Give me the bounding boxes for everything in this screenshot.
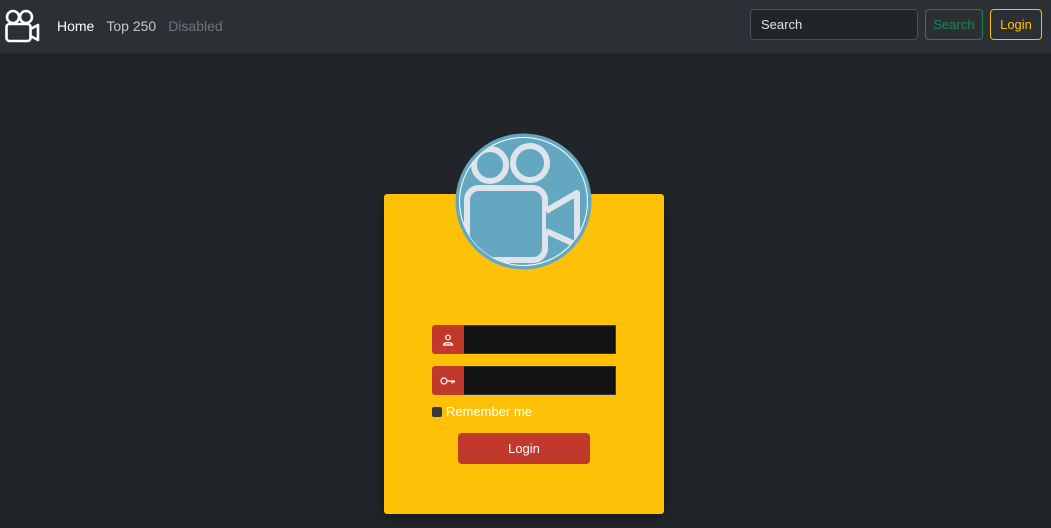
username-input[interactable] [464, 325, 616, 354]
remember-me-checkbox[interactable] [432, 407, 442, 417]
video-camera-icon[interactable] [4, 8, 40, 44]
remember-me[interactable]: Remember me [432, 404, 532, 420]
nav-link-disabled: Disabled [168, 18, 223, 34]
login-submit-button[interactable]: Login [458, 433, 590, 464]
user-icon [432, 325, 464, 354]
navbar-login-button[interactable]: Login [990, 9, 1042, 40]
login-avatar [455, 133, 592, 270]
username-group [432, 325, 616, 354]
remember-me-label: Remember me [446, 404, 532, 419]
nav-link-home[interactable]: Home [57, 17, 94, 35]
nav-link-top-250[interactable]: Top 250 [106, 17, 156, 35]
password-input[interactable] [464, 366, 616, 395]
search-input[interactable] [750, 9, 918, 40]
nav-links: Home Top 250 Disabled [57, 17, 223, 35]
password-group [432, 366, 616, 395]
video-camera-icon [455, 133, 592, 270]
search-button[interactable]: Search [925, 9, 983, 40]
navbar: Home Top 250 Disabled Search Login [0, 0, 1051, 53]
key-icon [432, 366, 464, 395]
